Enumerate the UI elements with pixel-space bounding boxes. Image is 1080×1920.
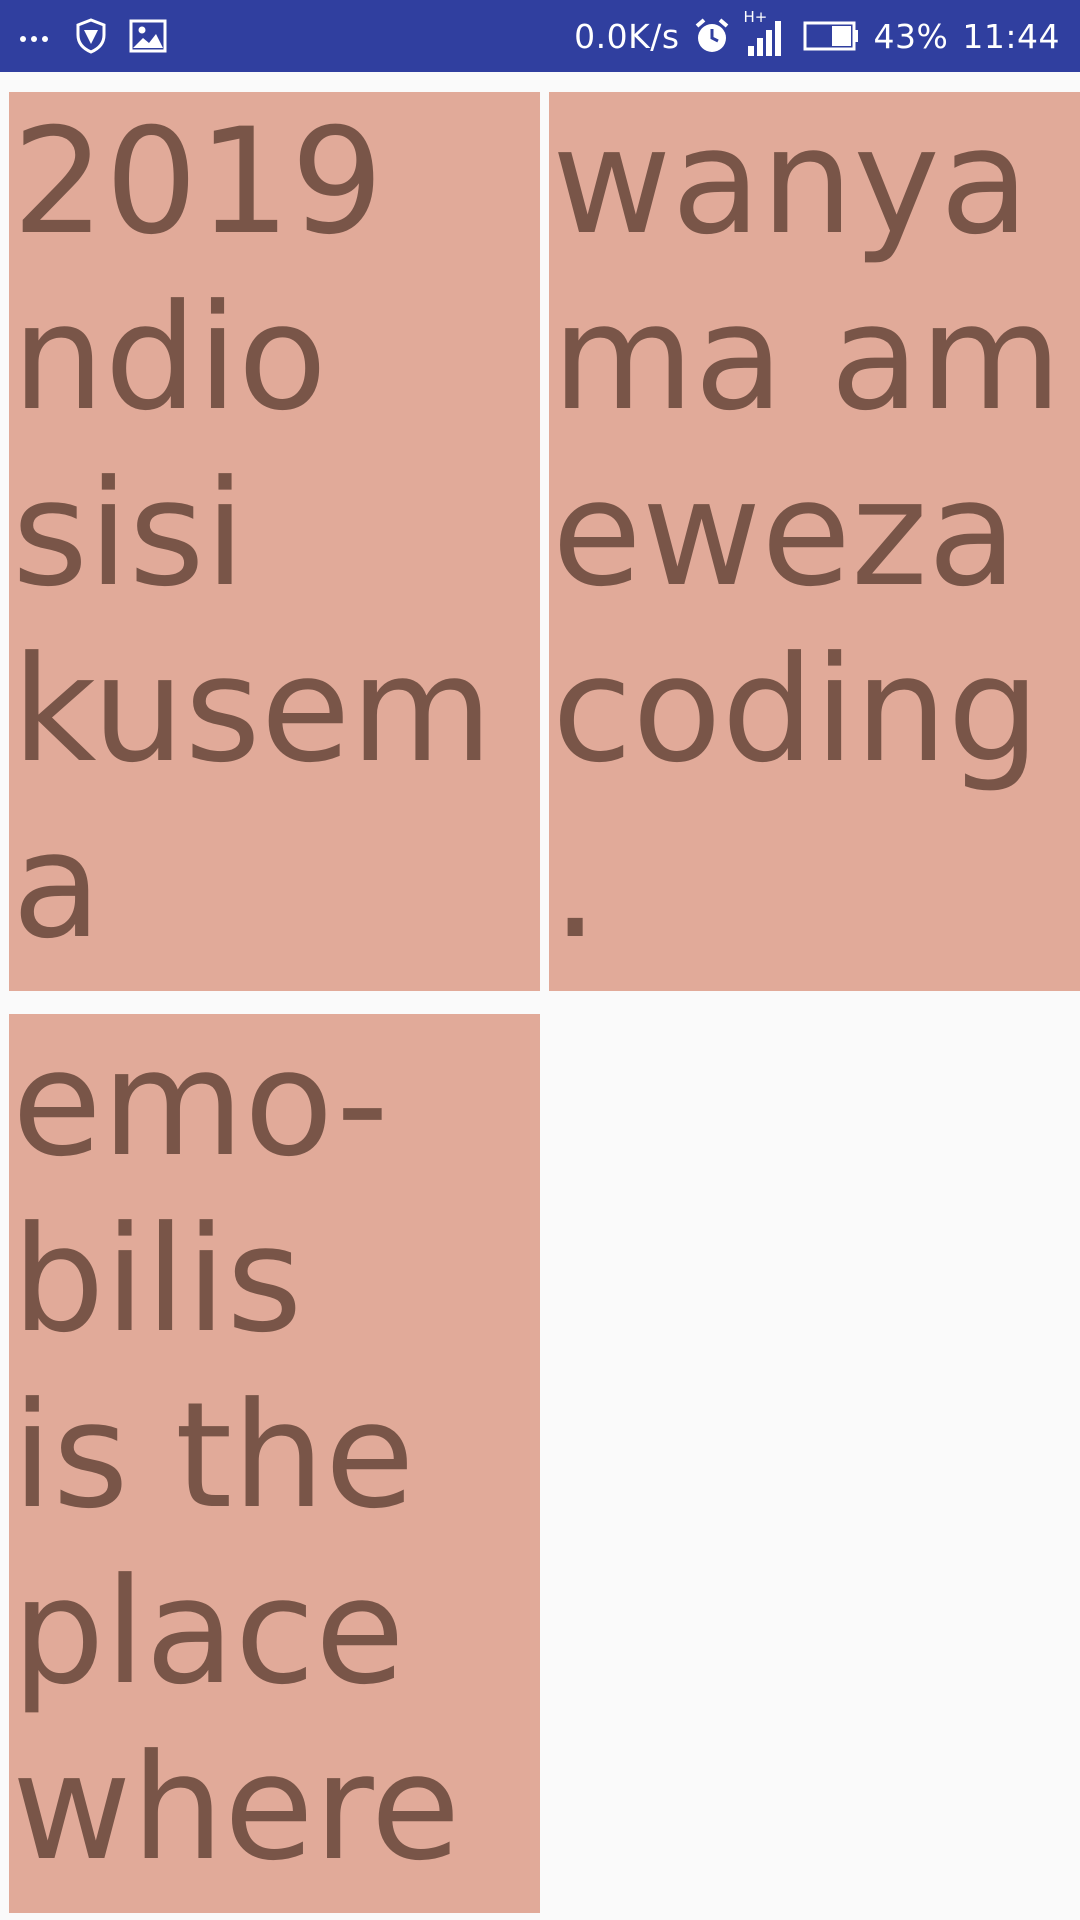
network-speed: 0.0K/s	[574, 16, 680, 56]
grid-tile[interactable]: wanya ma am eweza coding.	[549, 92, 1080, 991]
grid-content: 2019 ndio sisi kusema wanya ma am eweza …	[0, 72, 1080, 1920]
battery-percent: 43%	[873, 16, 949, 56]
gallery-icon	[129, 19, 167, 53]
status-bar: 0.0K/s H+ 43% 11:44	[0, 0, 1080, 72]
alarm-icon	[694, 17, 730, 55]
signal-icon: H+	[744, 8, 788, 56]
grid-tile[interactable]: 2019 ndio sisi kusema	[9, 92, 540, 991]
shield-icon	[75, 18, 107, 54]
clock: 11:44	[962, 16, 1060, 56]
status-bar-right: 0.0K/s H+ 43% 11:44	[574, 8, 1060, 56]
network-type: H+	[743, 8, 768, 26]
battery-icon	[802, 20, 860, 52]
status-bar-left	[20, 18, 167, 54]
more-dots-icon	[20, 27, 53, 46]
grid-tile[interactable]: emo- bilis is the place where	[9, 1014, 540, 1913]
